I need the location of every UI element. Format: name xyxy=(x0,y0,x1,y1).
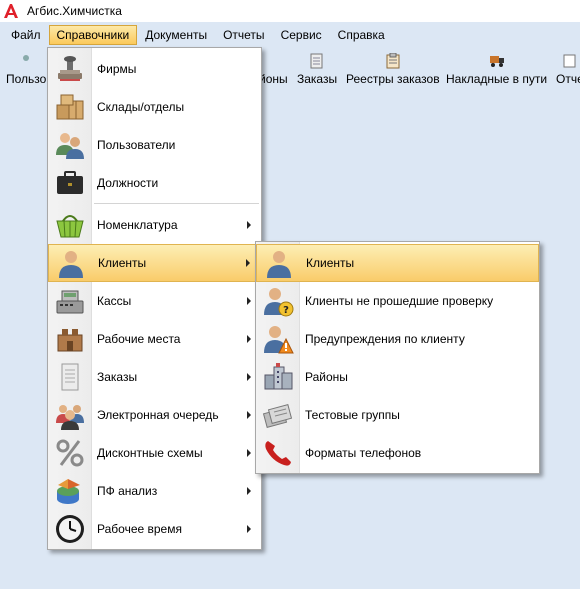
basket-icon xyxy=(54,209,86,241)
menu-item-warehouses[interactable]: Склады/отделы xyxy=(48,88,261,126)
orders-doc-icon xyxy=(310,52,324,70)
percent-icon xyxy=(54,437,86,469)
menu-item-positions[interactable]: Должности xyxy=(48,164,261,202)
menu-item-label: Тестовые группы xyxy=(305,408,400,422)
menu-item-label: Номенклатура xyxy=(97,218,178,232)
workplace-icon xyxy=(54,323,86,355)
clients-submenu: Клиенты ? Клиенты не прошедшие проверку … xyxy=(255,241,540,474)
menu-item-label: Предупреждения по клиенту xyxy=(305,332,465,346)
firm-stamp-icon xyxy=(54,53,86,85)
menu-item-nomenclature[interactable]: Номенклатура xyxy=(48,206,261,244)
menu-item-label: Клиенты xyxy=(98,256,147,270)
toolbar-orders-button[interactable]: Заказы xyxy=(297,48,337,86)
submenu-arrow-icon xyxy=(247,487,251,495)
clipboard-icon xyxy=(386,52,400,70)
submenu-item-test-groups[interactable]: Тестовые группы xyxy=(256,396,539,434)
toolbar-waybills-button[interactable]: Накладные в пути xyxy=(446,48,547,86)
menu-item-label: Электронная очередь xyxy=(97,408,219,422)
toolbar-label: Накладные в пути xyxy=(446,72,548,86)
menu-item-orders[interactable]: Заказы xyxy=(48,358,261,396)
submenu-item-clients[interactable]: Клиенты xyxy=(256,244,539,282)
menu-separator xyxy=(94,203,259,204)
menu-file[interactable]: Файл xyxy=(3,25,49,45)
briefcase-icon xyxy=(54,167,86,199)
submenu-item-unverified-clients[interactable]: ? Клиенты не прошедшие проверку xyxy=(256,282,539,320)
client-icon xyxy=(55,248,87,280)
menu-item-label: Заказы xyxy=(97,370,138,384)
app-logo-icon xyxy=(3,3,19,19)
cash-register-icon xyxy=(54,285,86,317)
submenu-arrow-icon xyxy=(247,221,251,229)
client-question-icon: ? xyxy=(262,285,294,317)
menu-item-users[interactable]: Пользователи xyxy=(48,126,261,164)
menu-item-working-time[interactable]: Рабочее время xyxy=(48,510,261,548)
toolbar-order-registers-button[interactable]: Реестры заказов xyxy=(346,48,440,86)
toolbar-label: Отче xyxy=(556,72,580,86)
submenu-arrow-icon xyxy=(246,259,250,267)
menu-item-firms[interactable]: Фирмы xyxy=(48,50,261,88)
report-icon xyxy=(563,52,577,70)
title-bar: Агбис.Химчистка xyxy=(0,0,580,22)
clock-icon xyxy=(54,513,86,545)
menu-item-label: Должности xyxy=(97,176,159,190)
client-warning-icon xyxy=(262,323,294,355)
svg-text:?: ? xyxy=(283,305,289,316)
submenu-arrow-icon xyxy=(247,449,251,457)
warehouse-boxes-icon xyxy=(54,91,86,123)
menu-item-label: Районы xyxy=(305,370,348,384)
queue-icon xyxy=(54,399,86,431)
submenu-arrow-icon xyxy=(247,525,251,533)
references-dropdown: Фирмы Склады/отделы Пользователи Должнос… xyxy=(47,47,262,550)
submenu-arrow-icon xyxy=(247,297,251,305)
submenu-arrow-icon xyxy=(247,335,251,343)
truck-icon xyxy=(489,52,505,70)
menu-reports[interactable]: Отчеты xyxy=(215,25,272,45)
submenu-item-phone-formats[interactable]: Форматы телефонов xyxy=(256,434,539,472)
orders-icon xyxy=(54,361,86,393)
menu-item-label: Клиенты xyxy=(306,256,355,270)
menu-bar: Файл Справочники Документы Отчеты Сервис… xyxy=(0,24,580,46)
menu-item-electronic-queue[interactable]: Электронная очередь xyxy=(48,396,261,434)
menu-item-label: Рабочие места xyxy=(97,332,181,346)
users-icon xyxy=(54,129,86,161)
menu-item-discount-schemes[interactable]: Дисконтные схемы xyxy=(48,434,261,472)
menu-item-label: Клиенты не прошедшие проверку xyxy=(305,294,494,308)
menu-service[interactable]: Сервис xyxy=(273,25,330,45)
toolbar-label: Пользо xyxy=(6,72,47,86)
window-title: Агбис.Химчистка xyxy=(27,4,122,18)
menu-item-clients[interactable]: Клиенты xyxy=(48,244,261,282)
submenu-arrow-icon xyxy=(247,411,251,419)
menu-item-label: Фирмы xyxy=(97,62,137,76)
menu-item-label: Дисконтные схемы xyxy=(97,446,203,460)
menu-item-workplaces[interactable]: Рабочие места xyxy=(48,320,261,358)
toolbar-reports-button[interactable]: Отче xyxy=(556,48,580,86)
menu-item-label: Форматы телефонов xyxy=(305,446,422,460)
menu-item-label: ПФ анализ xyxy=(97,484,158,498)
toolbar-label: Заказы xyxy=(297,72,338,86)
toolbar-users-button[interactable]: Пользо xyxy=(6,48,46,86)
menu-item-cash-registers[interactable]: Кассы xyxy=(48,282,261,320)
toolbar-label: йоны xyxy=(259,72,288,86)
submenu-item-districts[interactable]: Районы xyxy=(256,358,539,396)
district-buildings-icon xyxy=(262,361,294,393)
menu-item-label: Рабочее время xyxy=(97,522,182,536)
menu-item-label: Склады/отделы xyxy=(97,100,185,114)
menu-item-label: Пользователи xyxy=(97,138,176,152)
test-groups-icon xyxy=(262,399,294,431)
menu-documents[interactable]: Документы xyxy=(137,25,215,45)
toolbar-label: Реестры заказов xyxy=(346,72,440,86)
menu-item-label: Кассы xyxy=(97,294,132,308)
submenu-item-client-warnings[interactable]: Предупреждения по клиенту xyxy=(256,320,539,358)
toolbar-districts-button[interactable]: йоны xyxy=(259,48,288,86)
phone-icon xyxy=(262,437,294,469)
menu-help[interactable]: Справка xyxy=(330,25,393,45)
client-icon xyxy=(263,248,295,280)
users-icon xyxy=(18,52,34,70)
menu-item-pf-analysis[interactable]: ПФ анализ xyxy=(48,472,261,510)
menu-references[interactable]: Справочники xyxy=(48,25,138,45)
analysis-icon xyxy=(54,475,86,507)
submenu-arrow-icon xyxy=(247,373,251,381)
